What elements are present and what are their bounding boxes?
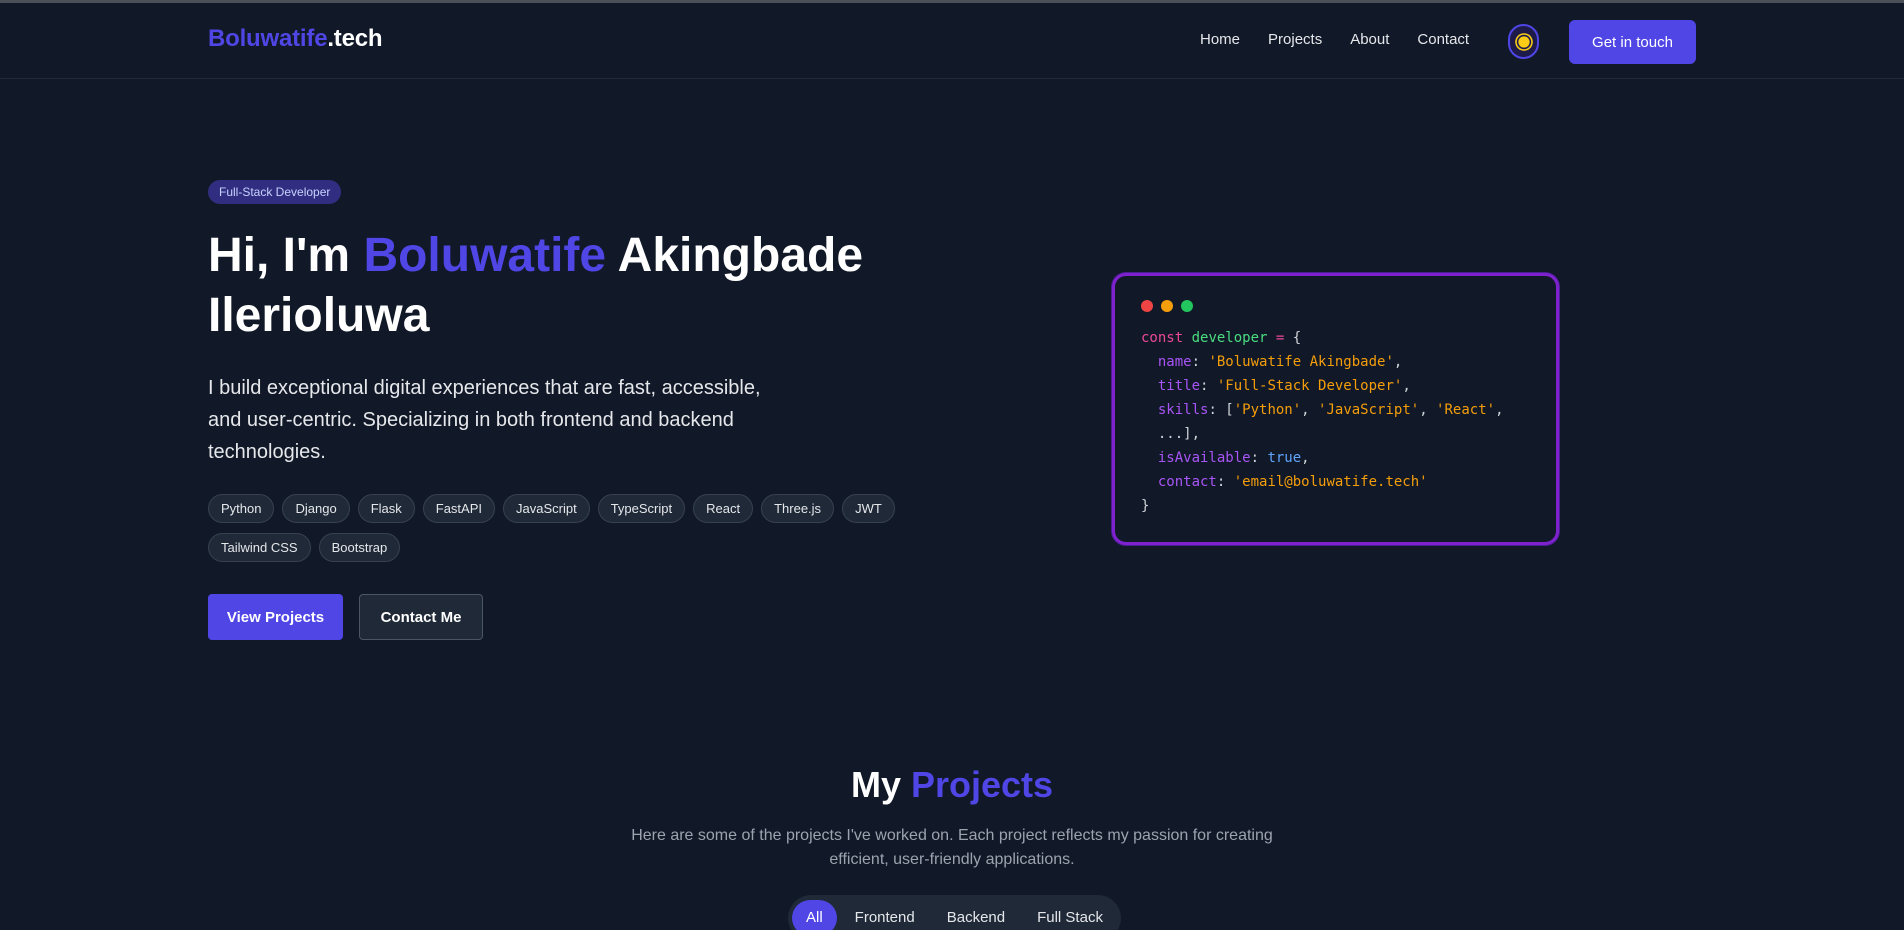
hero-title-accent: Boluwatife [363,229,607,282]
code-line: title: 'Full-Stack Developer', [1157,378,1411,394]
nav-link-projects[interactable]: Projects [1268,31,1322,48]
theme-toggle-button[interactable] [1508,24,1539,59]
code-keyword: const [1141,330,1184,346]
skill-tag: Three.js [761,494,835,523]
skill-tag: React [693,494,754,523]
projects-subtitle: Here are some of the projects I've worke… [631,827,1273,868]
skill-tag: Python [208,494,275,523]
code-key: skills [1157,402,1209,418]
code-snippet: const developer = { name: 'Boluwatife Ak… [1141,326,1530,518]
maximize-dot-icon [1181,300,1193,312]
skill-tag: JWT [842,494,895,523]
code-string: 'React' [1436,402,1496,418]
nav-link-home[interactable]: Home [1200,31,1240,48]
skill-tag: JavaScript [503,494,590,523]
nav-link-contact[interactable]: Contact [1417,31,1469,48]
code-string: 'JavaScript' [1318,402,1420,418]
view-projects-button[interactable]: View Projects [208,594,343,640]
code-line: contact: 'email@boluwatife.tech' [1157,474,1428,490]
contact-me-button[interactable]: Contact Me [359,594,483,640]
close-dot-icon [1141,300,1153,312]
projects-heading-accent: Projects [910,764,1054,805]
brand-second: .tech [327,25,383,52]
brand-logo[interactable]: Boluwatife.tech [208,25,383,53]
code-line: isAvailable: true, [1157,450,1310,466]
skill-tag: Django [282,494,350,523]
code-card: const developer = { name: 'Boluwatife Ak… [1112,273,1559,545]
hero-title-prefix: Hi, I'm [208,229,364,282]
code-punctuation: ...], [1157,426,1201,442]
code-string: 'email@boluwatife.tech' [1233,474,1428,490]
code-string: 'Python' [1233,402,1302,418]
skill-tag: Tailwind CSS [208,533,311,562]
code-line: ...], [1141,422,1530,446]
nav-links: Home Projects About Contact [1200,31,1497,48]
brand-first: Boluwatife [208,25,328,52]
filter-tab-backend[interactable]: Backend [933,900,1019,930]
code-key: name [1157,354,1192,370]
code-line: const developer = { [1141,330,1302,346]
code-boolean: true [1267,450,1302,466]
hero-title: Hi, I'm Boluwatife Akingbade Ilerioluwa [208,226,928,346]
skill-tag: FastAPI [422,494,495,523]
filter-tab-full-stack[interactable]: Full Stack [1023,900,1117,930]
code-variable: developer [1191,330,1268,346]
project-filter-tabs: All Frontend Backend Full Stack [788,895,1121,930]
filter-tab-all[interactable]: All [792,900,837,930]
code-string: 'Boluwatife Akingbade' [1208,354,1394,370]
get-in-touch-button[interactable]: Get in touch [1569,20,1696,64]
nav-link-about[interactable]: About [1350,31,1389,48]
skill-tag: Flask [357,494,415,523]
window-dots [1141,300,1530,312]
role-badge: Full-Stack Developer [208,180,342,204]
code-line: } [1141,498,1150,514]
navbar: Boluwatife.tech Home Projects About Cont… [0,3,1904,79]
projects-heading: My Projects [0,764,1904,806]
code-string: 'Full-Stack Developer' [1216,378,1403,394]
code-line: name: 'Boluwatife Akingbade', [1157,354,1403,370]
code-line: skills: ['Python', 'JavaScript', 'React'… [1157,402,1504,418]
sun-icon [1517,35,1530,48]
minimize-dot-icon [1161,300,1173,312]
hero-description: I build exceptional digital experiences … [208,377,761,463]
projects-heading-prefix: My [850,764,911,805]
code-key: isAvailable [1157,450,1251,466]
skill-tags: Python Django Flask FastAPI JavaScript T… [208,494,908,562]
skill-tag: Bootstrap [318,533,401,562]
filter-tab-frontend[interactable]: Frontend [841,900,929,930]
code-key: contact [1157,474,1217,490]
code-key: title [1157,378,1201,394]
skill-tag: TypeScript [597,494,686,523]
